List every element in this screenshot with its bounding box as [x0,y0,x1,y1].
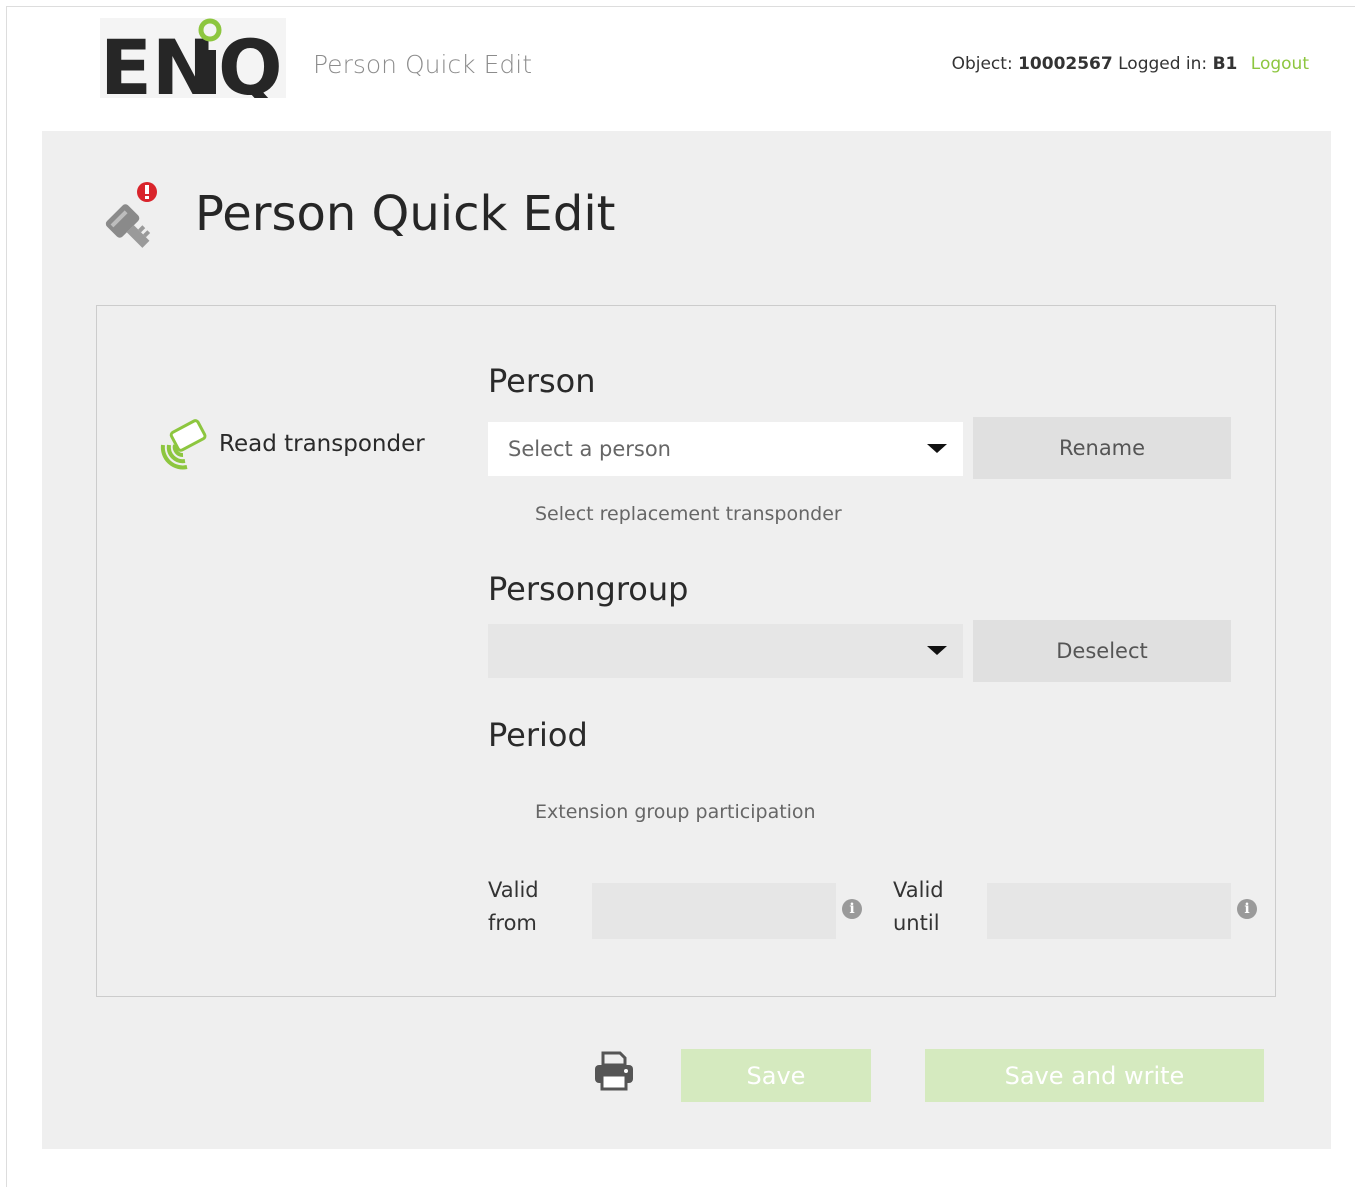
session-info: Object: 10002567 Logged in: B1 Logout [952,54,1309,74]
svg-text:Q: Q [218,23,283,98]
select-replacement-transponder-link[interactable]: Select replacement transponder [535,503,842,525]
logged-in-user: B1 [1212,54,1238,74]
printer-icon[interactable] [592,1049,636,1093]
app-header: EN Q Person Quick Edit Object: 10002567 … [0,0,1355,130]
valid-until-label-line1: Valid [893,878,944,902]
read-transponder-button[interactable]: Read transponder [157,414,425,474]
logged-in-label: Logged in: [1118,54,1208,74]
deselect-button[interactable]: Deselect [973,620,1231,682]
valid-from-label-line1: Valid [488,878,539,902]
transponder-read-icon [160,419,207,470]
period-section-label: Period [488,716,588,754]
logout-link[interactable]: Logout [1251,54,1309,74]
page-title: Person Quick Edit [195,186,616,242]
valid-until-label-line2: until [893,911,940,935]
extension-group-participation-link[interactable]: Extension group participation [535,801,816,823]
persongroup-section-label: Persongroup [488,570,689,608]
chevron-down-icon [927,444,947,453]
rename-button[interactable]: Rename [973,417,1231,479]
info-icon[interactable]: i [1237,899,1257,919]
person-section-label: Person [488,362,596,400]
read-transponder-label: Read transponder [219,431,425,457]
save-button[interactable]: Save [681,1049,871,1102]
svg-text:EN: EN [100,23,216,98]
main-panel: Person Quick Edit Read transponder Perso… [42,131,1331,1149]
object-value: 10002567 [1018,54,1113,74]
app-title: Person Quick Edit [313,50,533,79]
person-select[interactable]: Select a person [488,422,963,476]
valid-from-label-line2: from [488,911,537,935]
key-alert-icon [94,181,162,249]
valid-until-input[interactable] [987,883,1231,939]
save-and-write-button[interactable]: Save and write [925,1049,1264,1102]
person-select-placeholder: Select a person [508,437,671,461]
valid-from-label: Valid from [488,874,539,940]
info-icon[interactable]: i [842,899,862,919]
valid-until-label: Valid until [893,874,944,940]
valid-from-input[interactable] [592,883,836,939]
frame-border-left [6,6,7,1187]
object-label: Object: [951,54,1013,74]
chevron-down-icon [927,646,947,655]
eniq-logo: EN Q [100,18,286,98]
edit-form: Read transponder Person Select a person … [96,305,1276,997]
persongroup-select[interactable] [488,624,963,678]
